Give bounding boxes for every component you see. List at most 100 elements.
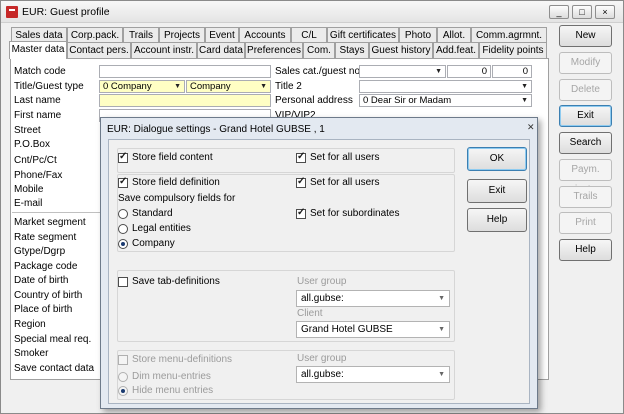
label-cnt-pc-ct: Cnt/Pc/Ct — [14, 155, 57, 166]
label-special-meal: Special meal req. — [14, 334, 92, 345]
save-tab-definitions-checkbox[interactable] — [118, 277, 128, 287]
label-gtype-dgrp: Gtype/Dgrp — [14, 246, 66, 257]
dialog-exit-button[interactable]: Exit — [467, 179, 527, 203]
store-field-definition-checkbox[interactable] — [118, 176, 128, 188]
user-group-label-1: User group — [297, 276, 347, 287]
minimize-button[interactable]: _ — [549, 5, 569, 19]
label-market-segment: Market segment — [14, 217, 86, 228]
label-place-of-birth: Place of birth — [14, 304, 73, 315]
app-logo-icon — [6, 6, 18, 18]
label-phone-fax: Phone/Fax — [14, 170, 63, 181]
tab-comm-agrmnt[interactable]: Comm.agrmnt. — [471, 27, 547, 43]
title-select[interactable]: 0 Company — [99, 80, 185, 93]
title-bar: EUR: Guest profile _ □ × — [1, 1, 623, 23]
label-mobile: Mobile — [14, 184, 44, 195]
company-radio-label: Company — [132, 238, 175, 249]
label-match-code: Match code — [14, 66, 66, 77]
label-sales-cat: Sales cat./guest no. — [275, 66, 363, 77]
legal-entities-radio-label: Legal entities — [132, 223, 191, 234]
user-group-label-2: User group — [297, 353, 347, 364]
label-region: Region — [14, 319, 46, 330]
store-field-content-label: Store field content — [132, 152, 213, 163]
user-group-select-2[interactable]: all.gubse: — [296, 366, 450, 383]
title-2-select[interactable] — [359, 80, 532, 93]
tab-add-feat[interactable]: Add.feat. — [433, 42, 479, 58]
separator — [12, 212, 100, 213]
tab-contact-pers[interactable]: Contact pers. — [67, 42, 131, 58]
tab-trails[interactable]: Trails — [123, 27, 159, 43]
dialog-help-button[interactable]: Help — [467, 208, 527, 232]
dim-menu-entries-radio[interactable] — [118, 372, 128, 382]
dim-menu-entries-label: Dim menu-entries — [132, 371, 211, 382]
ok-button[interactable]: OK — [467, 147, 527, 171]
dialog-close-icon[interactable]: ✕ — [527, 122, 537, 132]
tab-master-data[interactable]: Master data — [9, 41, 67, 59]
tab-event[interactable]: Event — [205, 27, 239, 43]
label-title-2: Title 2 — [275, 81, 302, 92]
tab-projects[interactable]: Projects — [159, 27, 205, 43]
tab-corp-pack[interactable]: Corp.pack. — [67, 27, 123, 43]
payment-instructions-button[interactable]: Paym. instr. — [559, 159, 612, 195]
modify-button[interactable]: Modify — [559, 52, 612, 74]
tab-account-instr[interactable]: Account instr. — [131, 42, 197, 58]
label-date-of-birth: Date of birth — [14, 275, 69, 286]
store-field-content-checkbox[interactable] — [118, 151, 128, 163]
label-po-box: P.O.Box — [14, 139, 50, 150]
store-field-definition-label: Store field definition — [132, 177, 220, 188]
tab-com[interactable]: Com. — [303, 42, 335, 58]
store-menu-definitions-checkbox[interactable] — [118, 355, 128, 365]
tab-photo[interactable]: Photo — [399, 27, 437, 43]
dialog-title: EUR: Dialogue settings - Grand Hotel GUB… — [107, 124, 325, 135]
search-button[interactable]: Search — [559, 132, 612, 154]
label-title-guest-type: Title/Guest type — [14, 81, 84, 92]
standard-radio-label: Standard — [132, 208, 173, 219]
guest-no-input[interactable]: 0 — [447, 65, 491, 78]
guest-type-select[interactable]: Company — [186, 80, 271, 93]
window-title: EUR: Guest profile — [22, 6, 110, 18]
delete-button[interactable]: Delete — [559, 79, 612, 101]
label-package-code: Package code — [14, 261, 78, 272]
maximize-button[interactable]: □ — [572, 5, 592, 19]
company-radio[interactable] — [118, 239, 128, 249]
hide-menu-entries-label: Hide menu entries — [132, 385, 214, 396]
set-subordinates-checkbox[interactable] — [296, 207, 306, 219]
label-smoker: Smoker — [14, 348, 49, 359]
close-window-button[interactable]: × — [595, 5, 615, 19]
set-all-users-2-label: Set for all users — [310, 177, 380, 188]
tab-preferences[interactable]: Preferences — [245, 42, 303, 58]
client-select[interactable]: Grand Hotel GUBSE — [296, 321, 450, 338]
sales-cat-select[interactable] — [359, 65, 446, 78]
set-all-users-1-label: Set for all users — [310, 152, 380, 163]
label-rate-segment: Rate segment — [14, 232, 77, 243]
tab-fidelity-points[interactable]: Fidelity points — [479, 42, 547, 58]
match-code-input[interactable] — [99, 65, 271, 78]
trails-button[interactable]: Trails — [559, 186, 612, 208]
tab-stays[interactable]: Stays — [335, 42, 369, 58]
label-first-name: First name — [14, 110, 62, 121]
print-button[interactable]: Print — [559, 212, 612, 234]
dialogue-settings-dialog: EUR: Dialogue settings - Grand Hotel GUB… — [100, 117, 538, 409]
tab-gift-certificates[interactable]: Gift certificates — [327, 27, 399, 43]
tab-guest-history[interactable]: Guest history — [369, 42, 433, 58]
label-email: E-mail — [14, 198, 43, 209]
set-all-users-1-checkbox[interactable] — [296, 151, 306, 163]
tab-cl[interactable]: C/L — [291, 27, 327, 43]
guest-no-2-input[interactable]: 0 — [492, 65, 532, 78]
personal-address-select[interactable]: 0 Dear Sir or Madam — [359, 94, 532, 107]
exit-button[interactable]: Exit — [559, 105, 612, 127]
tab-accounts[interactable]: Accounts — [239, 27, 291, 43]
new-button[interactable]: New — [559, 25, 612, 47]
last-name-input[interactable] — [99, 94, 271, 107]
dialog-body: Store field content Set for all users St… — [108, 139, 530, 404]
tab-allot[interactable]: Allot. — [437, 27, 471, 43]
set-all-users-2-checkbox[interactable] — [296, 176, 306, 188]
user-group-select-1[interactable]: all.gubse: — [296, 290, 450, 307]
label-last-name: Last name — [14, 95, 61, 106]
hide-menu-entries-radio[interactable] — [118, 386, 128, 396]
tab-card-data[interactable]: Card data — [197, 42, 245, 58]
legal-entities-radio[interactable] — [118, 224, 128, 234]
standard-radio[interactable] — [118, 209, 128, 219]
save-compulsory-label: Save compulsory fields for — [118, 193, 236, 204]
help-button[interactable]: Help — [559, 239, 612, 261]
set-subordinates-label: Set for subordinates — [310, 208, 400, 219]
